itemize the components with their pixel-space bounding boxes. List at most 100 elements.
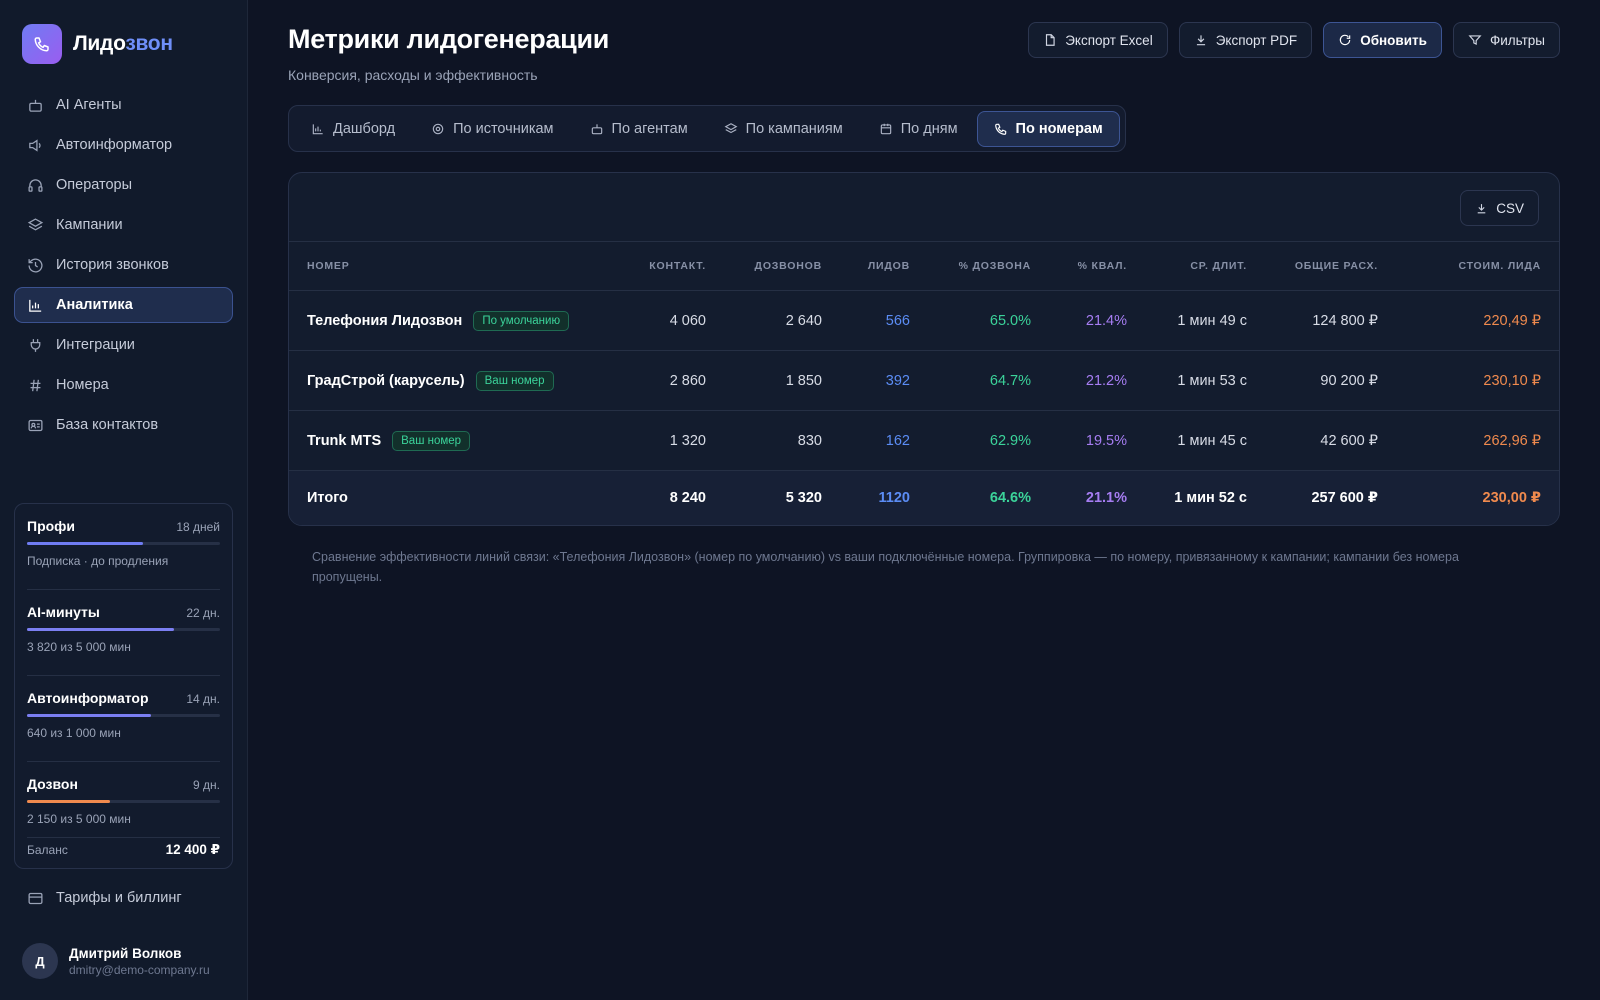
- calendar-icon: [879, 122, 893, 136]
- plan-subtext: 3 820 из 5 000 мин: [27, 640, 131, 654]
- avg-duration-cell: 1 мин 53 с: [1145, 350, 1265, 411]
- total-label: Итого: [289, 470, 599, 525]
- table-row[interactable]: ГрадСтрой (карусель) Ваш номер 2 860 1 85…: [289, 350, 1559, 411]
- contacts-cell: 4 060: [599, 290, 724, 351]
- column-header[interactable]: % ДОЗВОНА: [928, 241, 1049, 291]
- avg-duration-cell: 1 мин 52 с: [1145, 470, 1265, 525]
- calls-cell: 1 850: [724, 350, 840, 411]
- plan-subtext: Подписка · до продления: [27, 554, 169, 568]
- sidebar-item-integrations[interactable]: Интеграции: [14, 327, 233, 363]
- tab-bar: Дашборд По источникам По агентам По камп…: [288, 105, 1126, 152]
- sidebar: Лидозвон AI Агенты Автоинформатор Операт…: [0, 0, 248, 1000]
- column-header[interactable]: ОБЩИЕ РАСХ.: [1265, 241, 1396, 291]
- page-subtitle: Конверсия, расходы и эффективность: [288, 67, 538, 83]
- button-label: Экспорт PDF: [1215, 32, 1298, 48]
- credit-card-icon: [26, 889, 44, 907]
- user-name: Дмитрий Волков: [69, 945, 182, 961]
- number-name: Trunk MTS: [307, 432, 382, 449]
- number-name: ГрадСтрой (карусель): [307, 372, 465, 389]
- balance-row: Баланс 12 400 ₽: [27, 842, 220, 858]
- leads-cell: 392: [840, 350, 928, 411]
- plan-block: Автоинформатор 14 дн. 640 из 1 000 мин: [27, 676, 220, 762]
- number-cell: Trunk MTS Ваш номер: [289, 410, 599, 471]
- tab-label: По агентам: [611, 120, 688, 137]
- lead-cost-cell: 230,10 ₽: [1396, 350, 1559, 411]
- own-number-badge: Ваш номер: [392, 430, 471, 451]
- headset-icon: [26, 176, 44, 194]
- sidebar-item-label: Номера: [56, 377, 109, 393]
- csv-export-button[interactable]: CSV: [1460, 190, 1539, 226]
- avatar: Д: [22, 943, 58, 979]
- tab-campaigns[interactable]: По кампаниям: [707, 111, 860, 147]
- lead-cost-cell: 230,00 ₽: [1396, 470, 1559, 525]
- lead-cost-cell: 262,96 ₽: [1396, 410, 1559, 471]
- plan-subtext: 2 150 из 5 000 мин: [27, 812, 131, 826]
- table-row[interactable]: Телефония Лидозвон По умолчанию 4 060 2 6…: [289, 290, 1559, 351]
- column-header[interactable]: НОМЕР: [289, 241, 599, 291]
- column-header[interactable]: СР. ДЛИТ.: [1145, 241, 1265, 291]
- tab-dashboard[interactable]: Дашборд: [294, 111, 412, 147]
- column-header[interactable]: ДОЗВОНОВ: [724, 241, 840, 291]
- column-header[interactable]: ЛИДОВ: [840, 241, 928, 291]
- filters-button[interactable]: Фильтры: [1452, 22, 1560, 58]
- tab-agents[interactable]: По агентам: [573, 111, 705, 147]
- plan-progress-fill: [27, 714, 151, 717]
- column-header[interactable]: СТОИМ. ЛИДА: [1396, 241, 1559, 291]
- plan-name: Дозвон: [27, 776, 78, 792]
- sidebar-item-campaigns[interactable]: Кампании: [14, 207, 233, 243]
- qual-rate-cell: 19.5%: [1049, 410, 1145, 471]
- sidebar-item-contacts[interactable]: База контактов: [14, 407, 233, 443]
- number-name: Телефония Лидозвон: [307, 312, 463, 329]
- default-badge: По умолчанию: [473, 310, 570, 331]
- button-label: Экспорт Excel: [1065, 32, 1153, 48]
- export-pdf-button[interactable]: Экспорт PDF: [1178, 22, 1313, 58]
- spend-cell: 42 600 ₽: [1265, 410, 1396, 471]
- spend-cell: 257 600 ₽: [1265, 470, 1396, 525]
- sidebar-item-label: История звонков: [56, 257, 169, 273]
- table-total-row: Итого 8 240 5 320 1120 64.6% 21.1% 1 мин…: [289, 470, 1559, 525]
- export-excel-button[interactable]: Экспорт Excel: [1028, 22, 1168, 58]
- sidebar-item-label: Кампании: [56, 217, 123, 233]
- plan-progress-bar: [27, 628, 220, 631]
- column-header[interactable]: КОНТАКТ.: [599, 241, 724, 291]
- own-number-badge: Ваш номер: [475, 370, 554, 391]
- phone-logo-icon: [22, 24, 62, 64]
- contacts-cell: 8 240: [599, 470, 724, 525]
- user-profile[interactable]: Д Дмитрий Волков dmitry@demo-company.ru: [22, 943, 210, 979]
- plan-subtext: 640 из 1 000 мин: [27, 726, 121, 740]
- download-icon: [1194, 33, 1208, 47]
- sidebar-item-label: Тарифы и биллинг: [56, 890, 182, 906]
- numbers-table: НОМЕР КОНТАКТ. ДОЗВОНОВ ЛИДОВ % ДОЗВОНА …: [289, 241, 1559, 525]
- sidebar-item-analytics[interactable]: Аналитика: [14, 287, 233, 323]
- tab-label: Дашборд: [333, 120, 396, 137]
- sidebar-item-operators[interactable]: Операторы: [14, 167, 233, 203]
- table-footnote: Сравнение эффективности линий связи: «Те…: [312, 550, 1459, 584]
- calls-cell: 830: [724, 410, 840, 471]
- button-label: CSV: [1496, 200, 1524, 216]
- target-icon: [431, 122, 445, 136]
- bar-chart-icon: [311, 122, 325, 136]
- numbers-table-card: CSV НОМЕР КОНТАКТ. ДОЗВОНОВ ЛИДОВ % ДОЗВ…: [288, 172, 1560, 526]
- contacts-cell: 1 320: [599, 410, 724, 471]
- sidebar-item-billing[interactable]: Тарифы и биллинг: [14, 880, 233, 916]
- tab-days[interactable]: По дням: [862, 111, 975, 147]
- refresh-icon: [1338, 33, 1352, 47]
- spend-cell: 124 800 ₽: [1265, 290, 1396, 351]
- qual-rate-cell: 21.1%: [1049, 470, 1145, 525]
- table-row[interactable]: Trunk MTS Ваш номер 1 320 830 162 62.9% 1…: [289, 410, 1559, 471]
- column-header[interactable]: % КВАЛ.: [1049, 241, 1145, 291]
- logo[interactable]: Лидозвон: [22, 24, 173, 64]
- sidebar-item-ai-agents[interactable]: AI Агенты: [14, 87, 233, 123]
- tab-numbers[interactable]: По номерам: [976, 110, 1120, 147]
- refresh-button[interactable]: Обновить: [1323, 22, 1442, 58]
- sidebar-nav: AI Агенты Автоинформатор Операторы Кампа…: [14, 87, 233, 447]
- sidebar-item-autoinformer[interactable]: Автоинформатор: [14, 127, 233, 163]
- brand-name: Лидозвон: [73, 32, 173, 55]
- plan-progress-bar: [27, 714, 220, 717]
- plan-name: Автоинформатор: [27, 690, 149, 706]
- tab-sources[interactable]: По источникам: [414, 111, 570, 147]
- sidebar-item-call-history[interactable]: История звонков: [14, 247, 233, 283]
- qual-rate-cell: 21.2%: [1049, 350, 1145, 411]
- download-icon: [1475, 202, 1488, 215]
- sidebar-item-numbers[interactable]: Номера: [14, 367, 233, 403]
